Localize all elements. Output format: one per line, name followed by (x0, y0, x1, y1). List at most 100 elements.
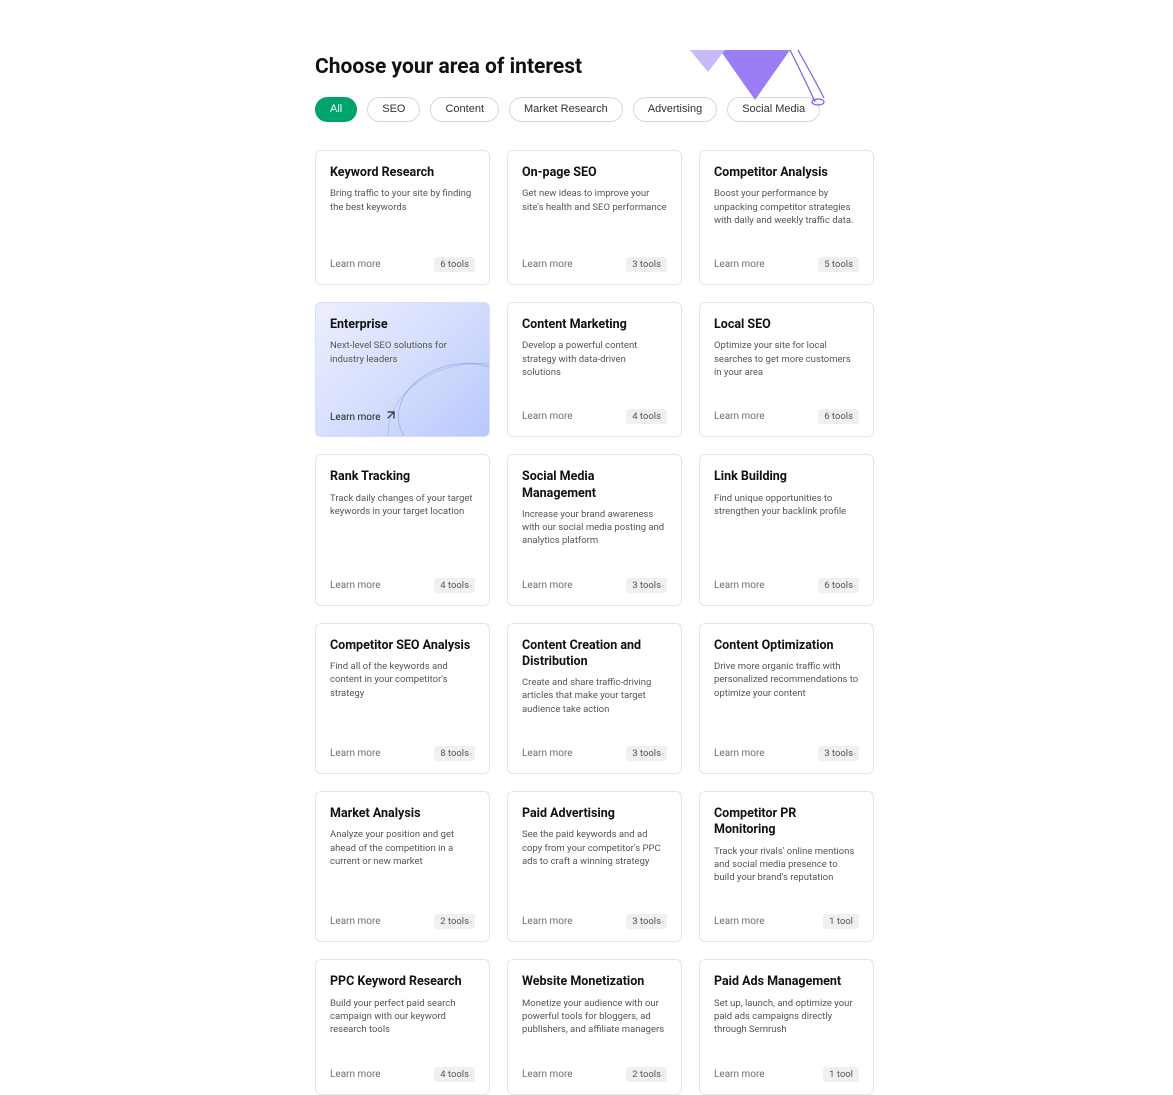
card-description: Monetize your audience with our powerful… (522, 997, 667, 1037)
learn-more-link[interactable]: Learn more (330, 1069, 381, 1080)
learn-more-label: Learn more (330, 412, 381, 423)
card-title: Local SEO (714, 317, 859, 333)
learn-more-link[interactable]: Learn more (522, 916, 573, 927)
card-footer: Learn more 4 tools (330, 1045, 475, 1082)
learn-more-link[interactable]: Learn more (522, 259, 573, 270)
filter-seo[interactable]: SEO (367, 97, 420, 122)
card-description: Drive more organic traffic with personal… (714, 660, 859, 700)
card-title: Keyword Research (330, 165, 475, 181)
card-title: Competitor Analysis (714, 165, 859, 181)
card-keyword-research[interactable]: Keyword ResearchBring traffic to your si… (315, 150, 490, 285)
card-footer: Learn more 3 tools (522, 556, 667, 593)
card-footer: Learn more 8 tools (330, 724, 475, 761)
card-footer: Learn more 6 tools (714, 556, 859, 593)
tools-count-badge: 1 tool (823, 1067, 859, 1082)
learn-more-link[interactable]: Learn more (330, 916, 381, 927)
card-content-optimization[interactable]: Content Optimization Drive more organic t… (699, 623, 874, 774)
card-title: Competitor PR Monitoring (714, 806, 859, 839)
learn-more-link[interactable]: Learn more (714, 259, 765, 270)
learn-more-label: Learn more (714, 1069, 765, 1080)
learn-more-label: Learn more (330, 580, 381, 591)
learn-more-link[interactable]: Learn more (714, 1069, 765, 1080)
card-title: Content Optimization (714, 638, 859, 654)
tools-count-badge: 6 tools (818, 578, 859, 593)
card-description: Build your perfect paid search campaign … (330, 997, 475, 1037)
card-footer: Learn more3 tools (522, 724, 667, 761)
card-description: Get new ideas to improve your site's hea… (522, 187, 667, 214)
card-footer: Learn more 3 tools (522, 235, 667, 272)
card-paid-ads-management[interactable]: Paid Ads Management Set up, launch, and o… (699, 959, 874, 1094)
card-footer: Learn more 6 tools (714, 387, 859, 424)
learn-more-link[interactable]: Learn more (330, 748, 381, 759)
card-footer: Learn more 5 tools (714, 235, 859, 272)
filter-social-media[interactable]: Social Media (727, 97, 820, 122)
learn-more-link[interactable]: Learn more (714, 916, 765, 927)
card-description: Create and share traffic-driving article… (522, 676, 667, 716)
learn-more-link[interactable]: Learn more (330, 580, 381, 591)
card-footer: Learn more 1 tool (714, 1045, 859, 1082)
card-footer: Learn more 3 tools (522, 892, 667, 929)
card-title: Content Marketing (522, 317, 667, 333)
card-footer: Learn more2 tools (522, 1045, 667, 1082)
card-title: Competitor SEO Analysis (330, 638, 475, 654)
card-competitor-analysis[interactable]: Competitor Analysis Boost your performanc… (699, 150, 874, 285)
filter-content[interactable]: Content (430, 97, 499, 122)
learn-more-link[interactable]: Learn more (330, 411, 395, 424)
card-competitor-seo-analysis[interactable]: Competitor SEO Analysis Find all of the k… (315, 623, 490, 774)
card-rank-tracking[interactable]: Rank TrackingTrack daily changes of your… (315, 454, 490, 605)
tools-count-badge: 3 tools (626, 257, 667, 272)
card-title: Link Building (714, 469, 859, 485)
learn-more-link[interactable]: Learn more (330, 259, 381, 270)
card-on-page-seo[interactable]: On-page SEOGet new ideas to improve your… (507, 150, 682, 285)
tools-count-badge: 3 tools (626, 914, 667, 929)
learn-more-link[interactable]: Learn more (714, 748, 765, 759)
card-title: Social Media Management (522, 469, 667, 502)
tools-count-badge: 6 tools (818, 409, 859, 424)
filter-advertising[interactable]: Advertising (633, 97, 717, 122)
card-enterprise[interactable]: EnterpriseNext-level SEO solutions for i… (315, 302, 490, 437)
learn-more-label: Learn more (522, 1069, 573, 1080)
card-content-marketing[interactable]: Content MarketingDevelop a powerful cont… (507, 302, 682, 437)
card-social-media-management[interactable]: Social Media ManagementIncrease your bra… (507, 454, 682, 605)
card-market-analysis[interactable]: Market AnalysisAnalyze your position and… (315, 791, 490, 942)
card-description: Set up, launch, and optimize your paid a… (714, 997, 859, 1037)
learn-more-link[interactable]: Learn more (714, 411, 765, 422)
card-description: Next-level SEO solutions for industry le… (330, 339, 475, 366)
tools-count-badge: 4 tools (434, 578, 475, 593)
tools-count-badge: 8 tools (434, 746, 475, 761)
card-description: See the paid keywords and ad copy from y… (522, 828, 667, 868)
learn-more-link[interactable]: Learn more (714, 580, 765, 591)
card-title: Paid Advertising (522, 806, 667, 822)
learn-more-label: Learn more (714, 748, 765, 759)
card-local-seo[interactable]: Local SEO Optimize your site for local se… (699, 302, 874, 437)
learn-more-label: Learn more (330, 1069, 381, 1080)
learn-more-link[interactable]: Learn more (522, 748, 573, 759)
card-description: Track your rivals' online mentions and s… (714, 845, 859, 885)
tools-count-badge: 4 tools (434, 1067, 475, 1082)
card-link-building[interactable]: Link BuildingFind unique opportunities t… (699, 454, 874, 605)
filter-market-research[interactable]: Market Research (509, 97, 623, 122)
filter-all[interactable]: All (315, 97, 357, 122)
cards-grid: Keyword ResearchBring traffic to your si… (315, 150, 893, 1095)
learn-more-link[interactable]: Learn more (522, 411, 573, 422)
card-description: Find all of the keywords and content in … (330, 660, 475, 700)
card-description: Boost your performance by unpacking comp… (714, 187, 859, 227)
card-footer: Learn more 4 tools (522, 387, 667, 424)
card-description: Optimize your site for local searches to… (714, 339, 859, 379)
tools-count-badge: 5 tools (818, 257, 859, 272)
tools-count-badge: 4 tools (626, 409, 667, 424)
learn-more-link[interactable]: Learn more (522, 1069, 573, 1080)
learn-more-label: Learn more (330, 748, 381, 759)
learn-more-label: Learn more (522, 748, 573, 759)
learn-more-link[interactable]: Learn more (522, 580, 573, 591)
card-title: Paid Ads Management (714, 974, 859, 990)
card-content-creation-and-distribution[interactable]: Content Creation and Distribution Create … (507, 623, 682, 774)
card-ppc-keyword-research[interactable]: PPC Keyword ResearchBuild your perfect p… (315, 959, 490, 1094)
learn-more-label: Learn more (330, 259, 381, 270)
card-title: Content Creation and Distribution (522, 638, 667, 671)
card-competitor-pr-monitoring[interactable]: Competitor PR Monitoring Track your rival… (699, 791, 874, 942)
card-website-monetization[interactable]: Website MonetizationMonetize your audien… (507, 959, 682, 1094)
card-paid-advertising[interactable]: Paid Advertising See the paid keywords an… (507, 791, 682, 942)
tools-count-badge: 3 tools (626, 578, 667, 593)
external-link-icon (385, 411, 395, 424)
